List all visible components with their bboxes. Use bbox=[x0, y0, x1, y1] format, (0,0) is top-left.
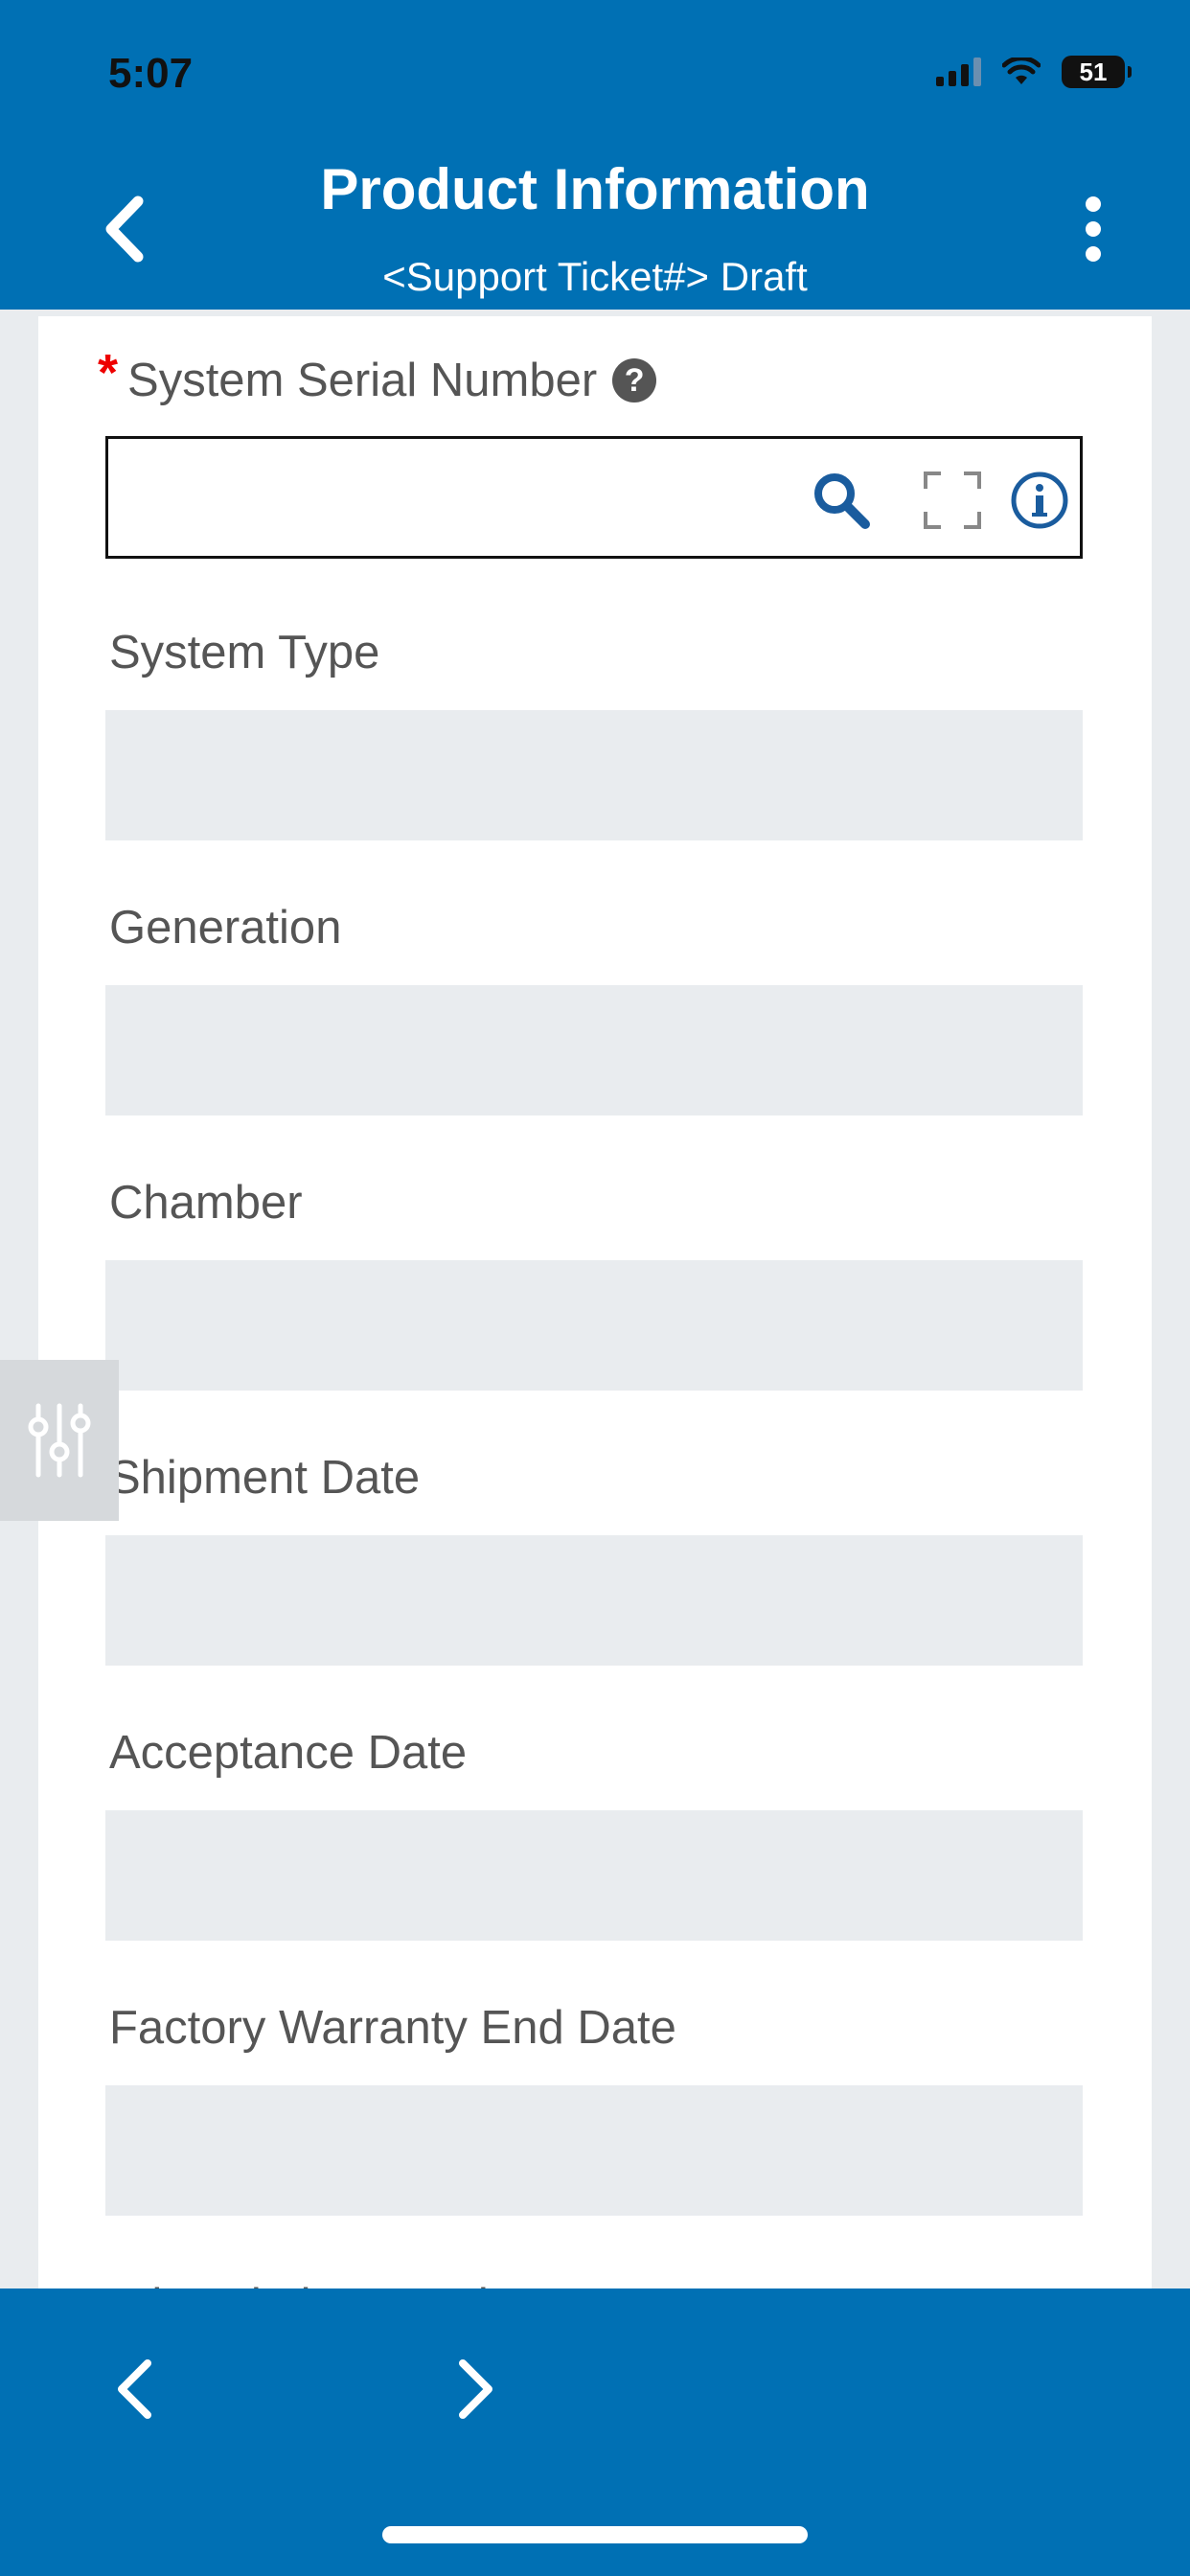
generation-label: Generation bbox=[109, 902, 342, 954]
generation-field[interactable] bbox=[105, 985, 1083, 1116]
serial-number-input[interactable] bbox=[108, 439, 704, 558]
form-card: * System Serial Number ? System Type Gen… bbox=[38, 316, 1152, 2290]
scan-icon[interactable] bbox=[916, 464, 989, 537]
more-options-button[interactable] bbox=[1069, 196, 1117, 263]
next-button[interactable] bbox=[438, 2346, 515, 2432]
system-type-label: System Type bbox=[109, 627, 380, 678]
shipment-date-label: Shipment Date bbox=[109, 1452, 421, 1504]
more-vertical-icon bbox=[1086, 196, 1101, 212]
home-indicator[interactable] bbox=[382, 2526, 808, 2543]
acceptance-date-field[interactable] bbox=[105, 1810, 1083, 1941]
search-icon[interactable] bbox=[805, 464, 878, 537]
sliders-icon bbox=[28, 1403, 91, 1478]
chamber-field[interactable] bbox=[105, 1260, 1083, 1391]
serial-number-field[interactable] bbox=[105, 436, 1083, 559]
battery-icon: 51 bbox=[1062, 56, 1132, 88]
app-header: 5:07 51 Product Information <Support Tic… bbox=[0, 0, 1190, 310]
chamber-label: Chamber bbox=[109, 1177, 303, 1229]
filter-panel-toggle[interactable] bbox=[0, 1360, 119, 1521]
required-asterisk: * bbox=[98, 344, 119, 402]
next-field-label-partial: Fault Isolation Level bbox=[71, 2279, 489, 2288]
chevron-left-icon bbox=[118, 2359, 151, 2419]
help-icon[interactable]: ? bbox=[612, 358, 657, 402]
serial-number-label: * System Serial Number ? bbox=[98, 344, 657, 410]
system-type-field[interactable] bbox=[105, 710, 1083, 840]
chevron-right-icon bbox=[459, 2359, 492, 2419]
warranty-end-date-field[interactable] bbox=[105, 2085, 1083, 2216]
shipment-date-field[interactable] bbox=[105, 1535, 1083, 1666]
info-icon[interactable] bbox=[1003, 464, 1076, 537]
wifi-icon bbox=[1002, 58, 1041, 84]
acceptance-date-label: Acceptance Date bbox=[109, 1727, 468, 1779]
previous-button[interactable] bbox=[96, 2346, 172, 2432]
cellular-signal-icon bbox=[936, 58, 981, 86]
page-title: Product Information bbox=[320, 157, 870, 221]
warranty-end-date-label: Factory Warranty End Date bbox=[109, 2002, 676, 2054]
status-time: 5:07 bbox=[108, 50, 194, 97]
page-subtitle: <Support Ticket#> Draft bbox=[382, 254, 808, 299]
status-icons: 51 bbox=[936, 56, 1132, 88]
